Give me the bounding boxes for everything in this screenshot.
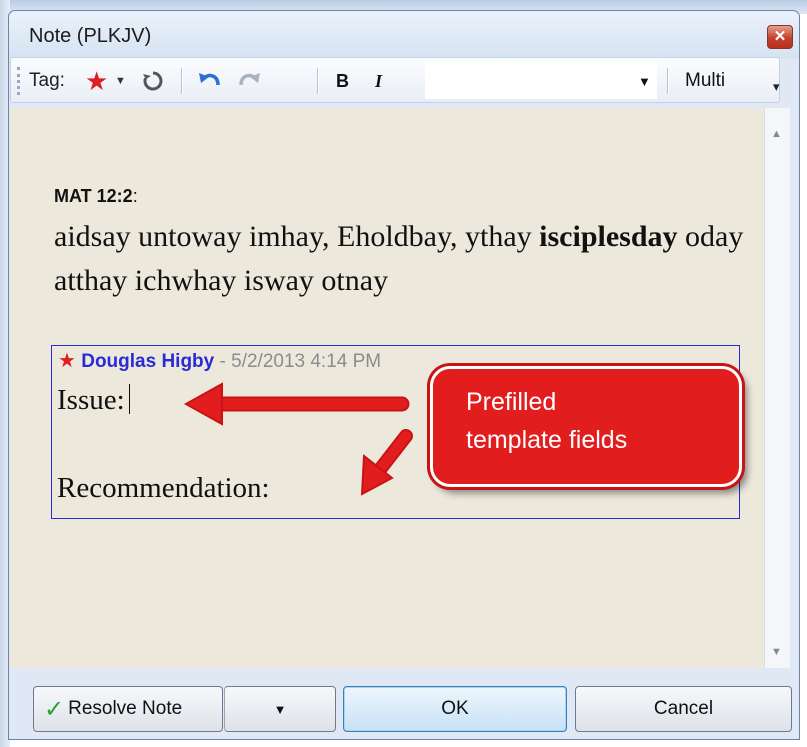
verse-reference-colon: : [132, 186, 138, 206]
annotation-callout: Prefilled template fields [430, 366, 742, 487]
note-separator: - [214, 351, 232, 372]
cancel-button[interactable]: Cancel [575, 686, 792, 732]
refresh-icon[interactable] [141, 58, 165, 104]
checkmark-icon: ✓ [44, 695, 65, 723]
font-dropdown-caret-icon[interactable]: ▼ [638, 58, 651, 104]
verse-reference-label: MAT 12:2 [54, 186, 133, 206]
chevron-down-icon: ▼ [273, 701, 287, 717]
toolbar-overflow-icon[interactable]: ▾ [773, 64, 780, 110]
font-select[interactable] [425, 62, 657, 99]
note-star-icon: ★ [58, 350, 76, 372]
recommendation-field[interactable]: Recommendation: [57, 472, 270, 505]
resolve-note-button[interactable]: ✓ Resolve Note [33, 686, 223, 732]
scroll-up-icon[interactable]: ▲ [771, 128, 782, 140]
editor-scrollbar[interactable]: ▲ ▼ [764, 108, 790, 668]
tag-label: Tag: [29, 70, 65, 91]
close-icon: ✕ [773, 28, 787, 45]
callout-line2: template fields [466, 426, 628, 454]
undo-icon[interactable] [196, 58, 222, 104]
toolbar-separator [317, 68, 319, 94]
redo-icon[interactable] [237, 58, 263, 104]
star-icon[interactable]: ★ [85, 58, 108, 104]
scroll-down-icon[interactable]: ▼ [771, 646, 782, 658]
note-author: Douglas Higby [81, 351, 215, 372]
note-header: ★ Douglas Higby - 5/2/2013 4:14 PM [58, 348, 381, 373]
tag-dropdown-caret-icon[interactable]: ▼ [115, 58, 126, 104]
ok-label: OK [441, 698, 469, 719]
issue-field[interactable]: Issue: [57, 384, 131, 417]
toolbar-separator [667, 68, 669, 94]
verse-text: aidsay untoway imhay, Eholdbay, ythay is… [54, 215, 754, 303]
toolbar-grip-icon[interactable] [17, 67, 23, 95]
note-toolbar: Tag: ★ ▼ B I ▼ Multi ▾ [10, 57, 780, 103]
text-cursor [128, 384, 131, 414]
ok-button[interactable]: OK [343, 686, 567, 732]
verse-text-part1: aidsay untoway imhay, Eholdbay, ythay [54, 220, 532, 253]
callout-line1: Prefilled [466, 388, 557, 416]
verse-text-bold: isciplesday [539, 220, 678, 253]
verse-reference: MAT 12:2: [54, 186, 138, 207]
issue-field-label: Issue: [57, 384, 125, 416]
bold-button[interactable]: B [336, 58, 349, 104]
callout-text: Prefilled template fields [466, 383, 627, 459]
note-date: 5/2/2013 4:14 PM [231, 351, 382, 372]
multi-button[interactable]: Multi [685, 58, 725, 104]
title-bar[interactable]: Note (PLKJV) ✕ [9, 11, 799, 59]
resolve-dropdown-button[interactable]: ▼ [224, 686, 336, 732]
cancel-label: Cancel [653, 698, 714, 719]
window-title: Note (PLKJV) [29, 25, 152, 47]
recommendation-field-label: Recommendation: [57, 472, 270, 504]
italic-button[interactable]: I [375, 58, 382, 104]
resolve-note-label: Resolve Note [68, 698, 183, 719]
close-button[interactable]: ✕ [767, 25, 793, 49]
toolbar-separator [181, 68, 183, 94]
